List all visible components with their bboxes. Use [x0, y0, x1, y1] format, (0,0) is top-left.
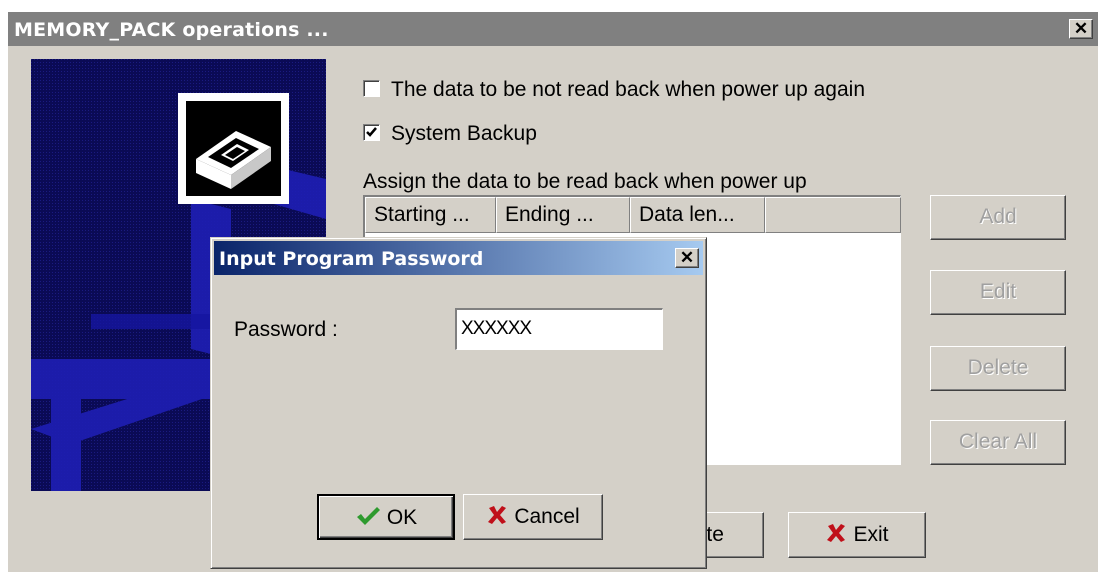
close-icon: ✕	[679, 248, 695, 267]
ok-button-label: OK	[386, 506, 418, 529]
add-button[interactable]: Add	[930, 195, 1066, 240]
close-icon: ✕	[1073, 19, 1089, 38]
column-ending[interactable]: Ending ...	[496, 197, 630, 233]
green-check-icon	[356, 507, 380, 526]
clear-all-button[interactable]: Clear All	[930, 420, 1066, 465]
cancel-button[interactable]: Cancel	[463, 494, 603, 540]
password-value: XXXXXX	[461, 318, 532, 339]
column-filler	[765, 197, 901, 233]
assign-readback-label: Assign the data to be read back when pow…	[363, 170, 807, 193]
column-data-length[interactable]: Data len...	[630, 197, 765, 233]
column-starting[interactable]: Starting ...	[365, 197, 496, 233]
red-x-icon	[488, 506, 507, 525]
delete-button-label: Delete	[967, 356, 1029, 379]
window-close-button[interactable]: ✕	[1069, 19, 1093, 39]
system-backup-label: System Backup	[391, 122, 537, 145]
edit-button[interactable]: Edit	[930, 270, 1066, 315]
clear-all-button-label: Clear All	[958, 430, 1038, 453]
window-title: MEMORY_PACK operations ...	[14, 19, 329, 41]
edit-button-label: Edit	[979, 280, 1017, 303]
checkmark-icon	[366, 127, 377, 137]
ok-button[interactable]: OK	[317, 494, 455, 540]
password-dialog-titlebar: Input Program Password ✕	[214, 241, 703, 275]
window-titlebar: MEMORY_PACK operations ... ✕	[8, 12, 1098, 46]
password-label: Password :	[234, 318, 338, 341]
password-dialog-title: Input Program Password	[219, 248, 484, 270]
system-backup-option[interactable]: System Backup	[363, 122, 537, 146]
red-x-icon	[827, 524, 846, 543]
memory-pack-window: MEMORY_PACK operations ... ✕ The data to…	[8, 12, 1098, 572]
delete-button[interactable]: Delete	[930, 346, 1066, 391]
dialog-close-button[interactable]: ✕	[675, 248, 699, 268]
exit-button[interactable]: Exit	[788, 512, 926, 558]
no-readback-option[interactable]: The data to be not read back when power …	[363, 78, 865, 102]
cancel-button-label: Cancel	[514, 505, 580, 528]
no-readback-checkbox[interactable]	[363, 79, 380, 97]
add-button-label: Add	[979, 205, 1017, 228]
password-input[interactable]: XXXXXX	[455, 308, 663, 350]
no-readback-label: The data to be not read back when power …	[391, 78, 865, 101]
system-backup-checkbox[interactable]	[363, 123, 380, 141]
password-dialog: Input Program Password ✕ Password : XXXX…	[210, 237, 707, 569]
readback-list-header: Starting ... Ending ... Data len...	[365, 197, 901, 233]
exit-button-label: Exit	[853, 523, 889, 546]
